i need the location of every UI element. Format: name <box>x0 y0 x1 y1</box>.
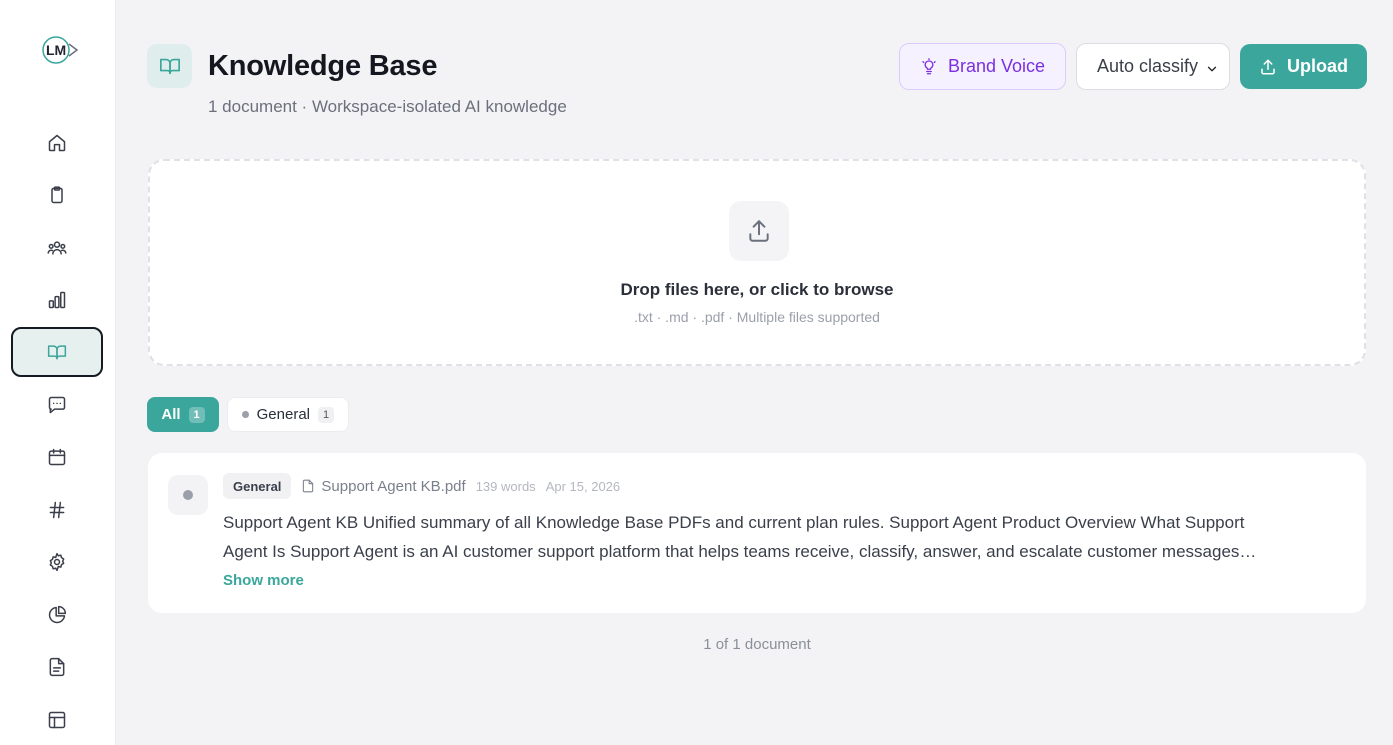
show-more-link[interactable]: Show more <box>223 572 304 589</box>
sidebar-item-messages[interactable] <box>11 380 103 430</box>
file-icon <box>303 479 314 493</box>
status-dot <box>183 490 193 500</box>
sidebar-item-users[interactable] <box>11 223 103 273</box>
sidebar: LM <box>0 0 116 745</box>
sidebar-item-clipboard[interactable] <box>11 170 103 220</box>
brand-voice-button[interactable]: Brand Voice <box>899 43 1066 90</box>
brand-voice-label: Brand Voice <box>947 56 1046 76</box>
word-count: 139 words <box>475 478 536 494</box>
filter-chip-general-label: General <box>256 406 310 423</box>
upload-button[interactable]: Upload <box>1240 44 1367 89</box>
classify-select[interactable]: Auto classify <box>1076 43 1230 90</box>
document-meta: General Support Agent KB.pdf 139 words A… <box>223 473 620 499</box>
users-icon <box>47 241 67 255</box>
pagination-summary: 1 of 1 document <box>703 636 811 653</box>
category-tag: General <box>223 473 292 499</box>
category-dot <box>242 411 249 418</box>
hash-icon <box>49 501 65 519</box>
document-status-indicator <box>168 475 208 515</box>
filter-chip-all-label: All <box>161 406 181 423</box>
message-icon <box>48 396 66 414</box>
document-preview: Support Agent KB Unified summary of all … <box>223 513 1257 561</box>
document-date: Apr 15, 2026 <box>545 478 621 494</box>
svg-text:LM: LM <box>46 42 66 58</box>
book-open-icon <box>159 58 180 75</box>
classify-select-value: Auto classify <box>1097 56 1199 76</box>
filter-chip-all-count: 1 <box>188 406 205 423</box>
page-icon <box>147 44 192 88</box>
dropzone-title: Drop files here, or click to browse <box>620 280 894 299</box>
sidebar-item-calendar[interactable] <box>11 432 103 482</box>
filter-chip-general-count: 1 <box>318 406 334 423</box>
sidebar-item-reports[interactable] <box>11 590 103 640</box>
upload-icon <box>729 201 789 261</box>
sidebar-item-home[interactable] <box>11 118 103 168</box>
home-icon <box>48 134 66 152</box>
app-logo[interactable]: LM <box>40 34 80 66</box>
calendar-icon <box>48 448 66 466</box>
sidebar-item-documents[interactable] <box>11 642 103 692</box>
bar-chart-icon <box>48 291 66 309</box>
chevron-down-icon <box>1205 60 1219 74</box>
file-name-text: Support Agent KB.pdf <box>321 477 466 495</box>
dropzone-subtitle: .txt · .md · .pdf · Multiple files suppo… <box>634 309 880 325</box>
book-open-icon <box>47 345 67 360</box>
filter-chip-all[interactable]: All 1 <box>147 397 219 432</box>
page-title: Knowledge Base <box>208 50 438 82</box>
file-dropzone[interactable]: Drop files here, or click to browse .txt… <box>148 159 1366 366</box>
gear-icon <box>49 552 65 572</box>
sidebar-item-layout[interactable] <box>11 695 103 745</box>
document-card[interactable]: General Support Agent KB.pdf 139 words A… <box>148 453 1366 613</box>
file-text-icon <box>49 657 65 677</box>
pie-chart-icon <box>48 605 67 624</box>
upload-label: Upload <box>1287 56 1348 76</box>
sidebar-item-settings[interactable] <box>11 537 103 587</box>
upload-icon <box>1261 59 1275 74</box>
clipboard-icon <box>51 186 63 204</box>
layout-icon <box>48 711 66 729</box>
sidebar-item-knowledge-base[interactable] <box>11 327 103 377</box>
filter-chip-general[interactable]: General 1 <box>227 397 349 432</box>
sidebar-item-channels[interactable] <box>11 485 103 535</box>
sidebar-item-analytics[interactable] <box>11 275 103 325</box>
page-subtitle: 1 document · Workspace-isolated AI knowl… <box>208 97 567 116</box>
document-file-name: Support Agent KB.pdf <box>301 477 466 495</box>
lightbulb-icon <box>922 57 936 74</box>
